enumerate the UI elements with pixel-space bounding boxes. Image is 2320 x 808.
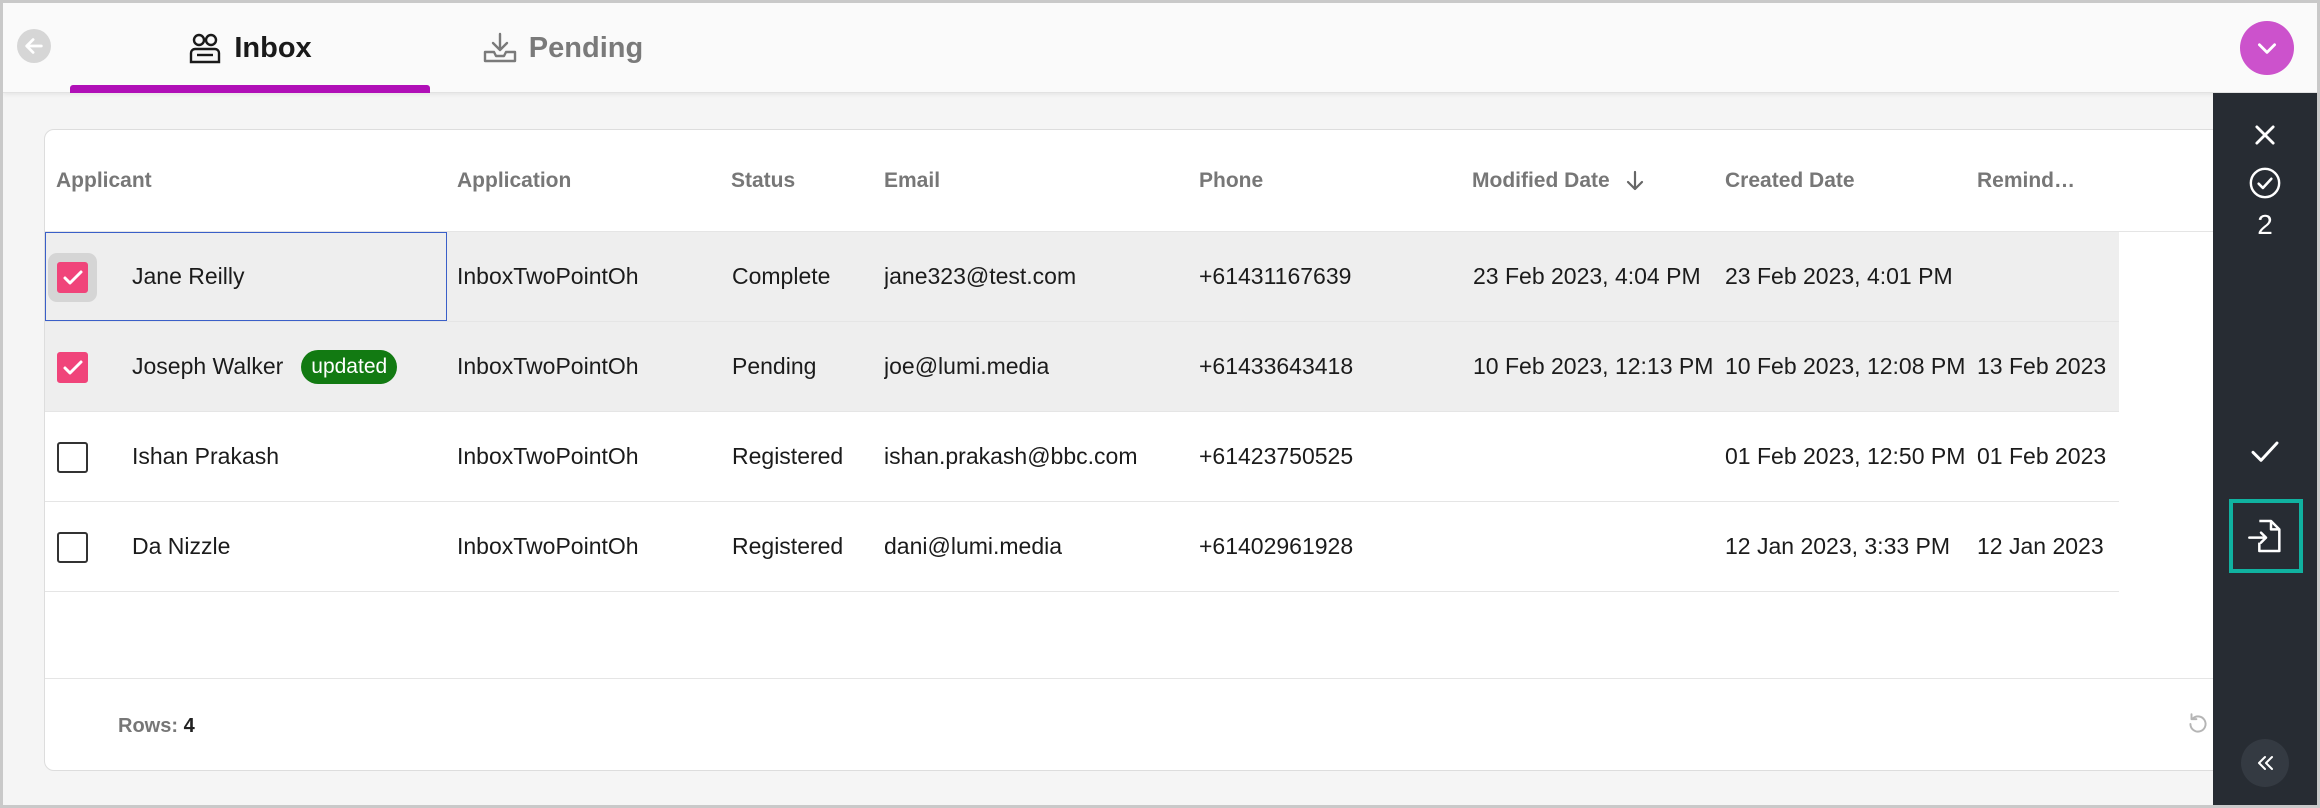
cell-modified-date: 10 Feb 2023, 12:13 PM [1473,353,1714,379]
column-header-modified-date[interactable]: Modified Date [1472,130,1646,232]
sort-arrow-down-icon [1626,170,1643,191]
column-header-application[interactable]: Application [457,130,571,232]
column-header-reminder[interactable]: Remind… [1977,130,2075,232]
selection-action-panel: 2 [2213,93,2317,805]
cell-application: InboxTwoPointOh [457,533,639,559]
inbox-people-icon [190,33,221,64]
chevron-down-icon [2258,43,2276,54]
column-header-created-date[interactable]: Created Date [1725,130,1855,232]
row-count: Rows: 4 [118,715,195,738]
user-menu-button[interactable] [2240,21,2294,75]
checkmark-icon [2251,441,2279,462]
cell-email: ishan.prakash@bbc.com [884,443,1138,469]
clear-selection-button[interactable] [2213,115,2317,155]
cell-applicant: Ishan Prakash [132,443,280,469]
cell-modified-date [1473,412,1717,501]
cell-applicant: Jane Reilly [132,263,245,289]
row-count-value: 4 [183,715,195,737]
cell-email: joe@lumi.media [884,353,1050,379]
cell-modified-date: 23 Feb 2023, 4:04 PM [1473,263,1701,289]
cell-phone: +61433643418 [1199,353,1354,379]
cell-created-date: 01 Feb 2023, 12:50 PM [1725,443,1966,469]
row-focus-outline [45,232,447,321]
column-header-modified-label: Modified Date [1472,169,1610,192]
table-row[interactable]: Joseph Walker updated InboxTwoPointOh Pe… [45,322,2119,412]
cell-phone: +61431167639 [1199,263,1352,289]
column-header-email[interactable]: Email [884,130,940,232]
tab-pending-label: Pending [528,31,644,64]
check-circle-icon [2249,167,2281,199]
cell-status: Pending [732,353,817,379]
row-checkbox[interactable] [57,352,88,383]
close-icon [2255,125,2275,145]
cell-applicant: Da Nizzle [132,533,231,559]
table-header: Applicant Application Status Email Phone… [45,130,2253,232]
cell-phone: +61423750525 [1199,443,1354,469]
cell-reminder [1977,232,2117,321]
top-bar: Inbox Pending [3,3,2317,93]
row-checkbox[interactable] [57,532,88,563]
table-row[interactable]: Da Nizzle InboxTwoPointOh Registered dan… [45,502,2119,592]
selected-count: 2 [2257,209,2273,240]
cell-email: dani@lumi.media [884,533,1063,559]
row-count-label: Rows: [118,715,178,737]
cell-created-date: 23 Feb 2023, 4:01 PM [1725,263,1953,289]
cell-modified-date [1473,502,1717,591]
approve-button[interactable] [2213,431,2317,471]
cell-application: InboxTwoPointOh [457,353,639,379]
cell-created-date: 10 Feb 2023, 12:08 PM [1725,353,1966,379]
applicant-table: Applicant Application Status Email Phone… [44,129,2254,771]
app-window: Inbox Pending Applicant Application Stat… [3,3,2317,805]
cell-created-date: 12 Jan 2023, 3:33 PM [1725,533,1951,559]
checkmark-icon [63,270,82,284]
arrow-left-icon [25,38,43,54]
column-header-applicant[interactable]: Applicant [56,130,152,232]
updated-badge: updated [301,349,398,384]
table-row[interactable]: Jane Reilly InboxTwoPointOh Complete jan… [45,232,2119,322]
cell-status: Registered [732,533,844,559]
file-import-icon [2248,519,2281,553]
cell-applicant: Joseph Walker updated [132,322,398,411]
checkmark-icon [63,360,82,374]
cell-reminder: 12 Jan 2023 [1977,533,2104,559]
collapse-panel-button[interactable] [2241,739,2289,787]
tab-inbox-label: Inbox [234,31,312,64]
column-header-phone[interactable]: Phone [1199,130,1263,232]
cell-reminder: 01 Feb 2023 [1977,443,2107,469]
double-chevron-left-icon [2258,756,2273,770]
selected-indicator [2213,163,2317,203]
cell-application: InboxTwoPointOh [457,443,639,469]
table-footer: Rows: 4 [45,678,2253,770]
cell-reminder: 13 Feb 2023 [1977,353,2107,379]
back-button[interactable] [17,29,51,63]
cell-application: InboxTwoPointOh [457,263,639,289]
applicant-name: Joseph Walker [132,353,284,379]
row-checkbox[interactable] [57,262,88,293]
tab-inbox[interactable]: Inbox [70,3,430,93]
table-row[interactable]: Ishan Prakash InboxTwoPointOh Registered… [45,412,2119,502]
tray-download-icon [483,32,516,63]
import-file-button[interactable] [2229,499,2303,573]
column-header-status[interactable]: Status [731,130,795,232]
cell-status: Registered [732,443,844,469]
active-tab-indicator [70,85,430,93]
cell-status: Complete [732,263,831,289]
refresh-icon[interactable] [2185,711,2211,737]
cell-email: jane323@test.com [884,263,1077,289]
tab-pending[interactable]: Pending [463,3,663,93]
row-checkbox[interactable] [57,442,88,473]
cell-phone: +61402961928 [1199,533,1354,559]
